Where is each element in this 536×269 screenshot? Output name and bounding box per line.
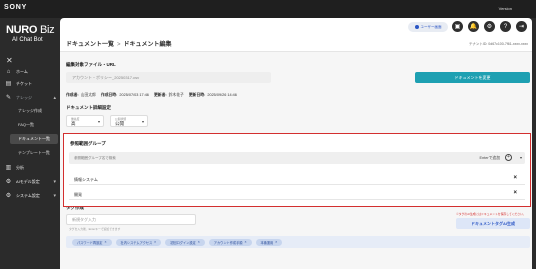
sidebar-item-analytics[interactable]: ▥ 分析 (0, 162, 60, 173)
gear-icon: ⚙ (5, 179, 12, 185)
reference-group-section: 参照範囲グループ 参照範囲グループ名で検索 Enterで追加 + ▾ 情報システ… (63, 133, 531, 207)
ticket-icon: ▤ (5, 81, 12, 87)
chart-icon: ▥ (5, 165, 12, 171)
sony-logo: SONY (4, 4, 28, 11)
tag-list: パスワード再設定 × 社内システムアクセス × 初回ログイン設定 × アカウント作成手… (66, 236, 530, 248)
tag-chip[interactable]: 本番運用 × (255, 238, 283, 246)
sidebar-item-ai-model[interactable]: ⚙ AIモデル設定 ▾ (0, 176, 60, 187)
help-icon[interactable]: ? (500, 21, 511, 32)
close-icon[interactable]: × (513, 175, 517, 181)
chevron-down-icon: ▾ (53, 192, 56, 199)
home-icon: ⌂ (6, 68, 11, 75)
app-logo: NURO Biz (6, 24, 55, 36)
close-icon[interactable]: × (198, 240, 200, 244)
version-label: Version (498, 6, 512, 11)
reference-group-title: 参照範囲グループ (70, 141, 106, 146)
tenant-id: テナントID: 0d67c100-7f61-xxxx-xxxx (468, 42, 528, 46)
bell-icon[interactable]: 🔔 (468, 21, 479, 32)
breadcrumb-parent[interactable]: ドキュメント一覧 (66, 42, 114, 48)
sidebar-item-home[interactable]: ⌂ ホーム (0, 66, 60, 77)
breadcrumb: ドキュメント一覧 > ドキュメント編集 (66, 42, 172, 48)
tag-input-hint: タグを入力後、Enterキーで追加できます (69, 227, 121, 231)
sidebar-item-faq[interactable]: FAQ一覧 (0, 120, 60, 130)
chevron-down-icon[interactable]: ▾ (520, 155, 522, 160)
tag-chip[interactable]: アカウント作成手順 × (208, 238, 252, 246)
priority-select[interactable]: 優先度 高 ▾ (66, 115, 104, 127)
knowledge-icon: ✎ (5, 95, 12, 101)
sidebar-item-knowledge-create[interactable]: ナレッジ作成 (0, 106, 60, 116)
chevron-down-icon: ▾ (141, 119, 144, 124)
ai-tag-note: ※タグのAI生成にはドキュメントを保存してください。 (456, 212, 526, 216)
close-icon[interactable]: × (105, 240, 107, 244)
search-placeholder: 参照範囲グループ名で検索 (74, 156, 116, 160)
chevron-up-icon: ▴ (53, 94, 56, 101)
reference-group-search[interactable]: 参照範囲グループ名で検索 Enterで追加 + ▾ (69, 152, 525, 164)
page-title: ドキュメント編集 (123, 42, 172, 48)
user-screen-button[interactable]: ユーザー画面 (408, 22, 448, 32)
sidebar-item-documents[interactable]: ドキュメント一覧 (0, 134, 60, 144)
window-icon[interactable]: ▣ (452, 21, 463, 32)
close-icon[interactable]: × (154, 240, 156, 244)
sidebar: NURO Biz AI Chat Bot ✕ ⌂ ホーム ▤ チケット ✎ ナレ… (0, 18, 60, 269)
enter-hint: Enterで追加 (479, 156, 500, 160)
tag-chip[interactable]: パスワード再設定 × (72, 238, 112, 246)
logout-icon[interactable]: ⇥ (516, 21, 527, 32)
file-field[interactable]: アカウント・ポリシー_20250317.csv (66, 72, 271, 83)
file-section-title: 編集対象ファイル・URL (66, 62, 116, 67)
sidebar-item-system[interactable]: ⚙ システム設定 ▾ (0, 190, 60, 201)
ai-tag-generate-button[interactable]: ドキュメントタグAI生成 (456, 218, 530, 229)
close-icon[interactable]: ✕ (6, 56, 13, 65)
sidebar-item-knowledge[interactable]: ✎ ナレッジ ▴ (0, 92, 60, 103)
sidebar-item-templates[interactable]: テンプレート一覧 (0, 148, 60, 158)
tag-chip[interactable]: 社内システムアクセス × (115, 238, 162, 246)
page-header: ドキュメント一覧 > ドキュメント編集 ユーザー画面 ▣ 🔔 ⚙ ? ⇥ テナントI… (60, 18, 532, 52)
tag-chip[interactable]: 初回ログイン設定 × (165, 238, 205, 246)
close-icon[interactable]: × (513, 190, 517, 196)
gear-icon[interactable]: ⚙ (484, 21, 495, 32)
list-item: 情報システム × (69, 173, 525, 185)
visibility-select[interactable]: 公開状態 公開 ▾ (110, 115, 148, 127)
sidebar-item-ticket[interactable]: ▤ チケット (0, 78, 60, 89)
user-icon (414, 25, 419, 29)
add-icon[interactable]: + (505, 154, 512, 161)
chevron-down-icon: ▾ (53, 178, 56, 185)
detail-section-title: ドキュメント詳細設定 (66, 105, 111, 110)
list-item: 開発 × (69, 188, 525, 200)
new-tag-input[interactable]: 新規タグ入力 (66, 214, 196, 225)
document-meta: 作成者: 山田太郎 作成日時: 2025/07/03 17:46 更新者: 鈴木花子 … (66, 93, 237, 97)
chevron-down-icon: ▾ (97, 119, 100, 124)
close-icon[interactable]: × (275, 240, 277, 244)
app-subtitle: AI Chat Bot (12, 37, 43, 43)
settings-icon: ⚙ (5, 193, 12, 199)
change-document-button[interactable]: ドキュメントを変更 (415, 72, 530, 83)
close-icon[interactable]: × (244, 240, 246, 244)
top-bar: SONY Version (0, 0, 536, 18)
